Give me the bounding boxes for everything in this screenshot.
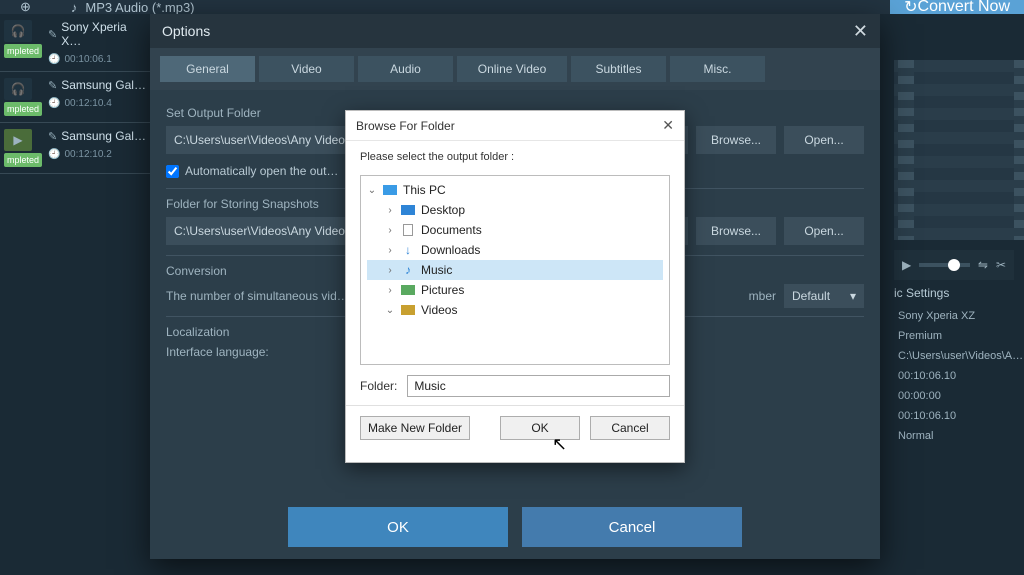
settings-lines: Sony Xperia XZ Premium C:\Users\user\Vid… <box>894 306 1014 446</box>
close-icon[interactable]: ✕ <box>662 117 674 134</box>
chevron-down-icon[interactable]: ⌄ <box>385 305 395 316</box>
browse-output-button[interactable]: Browse... <box>696 126 776 154</box>
file-status: mpleted <box>4 102 42 116</box>
file-name: Samsung Gal… <box>61 129 146 143</box>
file-list: 🎧 mpleted ✎Sony Xperia X… 🕘00:10:06.1 🎧 … <box>0 14 150 174</box>
number-label: mber <box>749 289 776 303</box>
chevron-right-icon[interactable]: › <box>385 285 395 296</box>
folder-label: Folder: <box>360 379 397 393</box>
browse-title: Browse For Folder <box>356 119 455 133</box>
document-icon <box>403 224 413 236</box>
folder-name-row: Folder: <box>346 365 684 403</box>
tree-videos[interactable]: ⌄ Videos <box>367 300 663 320</box>
tree-downloads[interactable]: › ↓ Downloads <box>367 240 663 260</box>
folder-name-input[interactable] <box>407 375 670 397</box>
options-tabs: General Video Audio Online Video Subtitl… <box>150 48 880 90</box>
preview-panel: ▶ ⇋ ✂ ic Settings Sony Xperia XZ Premium… <box>884 50 1024 456</box>
play-bar[interactable]: ▶ ⇋ ✂ <box>894 250 1014 280</box>
options-ok-button[interactable]: OK <box>288 507 508 547</box>
file-item[interactable]: ▶ mpleted ✎Samsung Gal… 🕘00:12:10.2 <box>0 123 150 174</box>
make-new-folder-button[interactable]: Make New Folder <box>360 416 470 440</box>
download-icon: ↓ <box>400 243 416 257</box>
file-thumb: 🎧 <box>4 20 32 42</box>
music-icon: ♪ <box>400 263 416 277</box>
file-name: Sony Xperia X… <box>61 20 146 48</box>
chevron-right-icon[interactable]: › <box>385 245 395 256</box>
tree-pictures[interactable]: › Pictures <box>367 280 663 300</box>
clock-icon: 🕘 <box>48 149 60 160</box>
options-title: Options <box>162 23 210 39</box>
browse-footer: Make New Folder OK Cancel <box>346 408 684 440</box>
pc-icon <box>383 185 397 195</box>
tree-this-pc[interactable]: ⌄ This PC <box>367 180 663 200</box>
edit-icon[interactable]: ✎ <box>48 130 57 143</box>
edit-icon[interactable]: ✎ <box>48 28 57 41</box>
conversion-text: The number of simultaneous vid… <box>166 289 349 303</box>
open-output-button[interactable]: Open... <box>784 126 864 154</box>
file-thumb: 🎧 <box>4 78 32 100</box>
file-item[interactable]: 🎧 mpleted ✎Samsung Gal… 🕘00:12:10.4 <box>0 72 150 123</box>
tree-desktop[interactable]: › Desktop <box>367 200 663 220</box>
browse-titlebar: Browse For Folder ✕ <box>346 111 684 141</box>
chevron-down-icon[interactable]: ⌄ <box>367 185 377 196</box>
tab-general[interactable]: General <box>160 56 255 82</box>
file-thumb: ▶ <box>4 129 32 151</box>
tab-subtitles[interactable]: Subtitles <box>571 56 666 82</box>
clock-icon: 🕘 <box>48 54 60 65</box>
seek-slider[interactable] <box>919 263 970 267</box>
options-titlebar: Options ✕ <box>150 14 880 48</box>
chevron-right-icon[interactable]: › <box>385 225 395 236</box>
tab-online-video[interactable]: Online Video <box>457 56 567 82</box>
format-display[interactable]: ♪ MP3 Audio (*.mp3) <box>71 0 195 14</box>
link-icon[interactable]: ⇋ <box>978 258 988 272</box>
open-snapshot-button[interactable]: Open... <box>784 217 864 245</box>
browse-cancel-button[interactable]: Cancel <box>590 416 670 440</box>
play-icon[interactable]: ▶ <box>902 258 911 272</box>
number-select[interactable]: Default▾ <box>784 284 864 308</box>
videos-icon <box>401 305 415 315</box>
close-icon[interactable]: ✕ <box>853 21 868 42</box>
file-item[interactable]: 🎧 mpleted ✎Sony Xperia X… 🕘00:10:06.1 <box>0 14 150 72</box>
preview-area <box>894 60 1024 240</box>
folder-tree[interactable]: ⌄ This PC › Desktop › Documents › ↓ Down… <box>360 175 670 365</box>
options-cancel-button[interactable]: Cancel <box>522 507 742 547</box>
clock-icon: 🕘 <box>48 98 60 109</box>
cut-icon[interactable]: ✂ <box>996 258 1006 272</box>
browse-ok-button[interactable]: OK <box>500 416 580 440</box>
tree-documents[interactable]: › Documents <box>367 220 663 240</box>
browse-folder-dialog: Browse For Folder ✕ Please select the ou… <box>345 110 685 463</box>
convert-now-button[interactable]: ↻ Convert Now <box>890 0 1024 14</box>
tree-music[interactable]: › ♪ Music <box>367 260 663 280</box>
tab-misc[interactable]: Misc. <box>670 56 765 82</box>
file-name: Samsung Gal… <box>61 78 146 92</box>
tab-audio[interactable]: Audio <box>358 56 453 82</box>
desktop-icon <box>401 205 415 215</box>
auto-open-checkbox[interactable] <box>166 165 179 178</box>
pictures-icon <box>401 285 415 295</box>
browse-subtitle: Please select the output folder : <box>346 141 684 169</box>
interface-language-label: Interface language: <box>166 345 269 359</box>
file-status: mpleted <box>4 44 42 58</box>
file-status: mpleted <box>4 153 42 167</box>
options-footer: OK Cancel <box>150 507 880 547</box>
add-videos-item[interactable]: ⊕ <box>20 0 31 14</box>
browse-snapshot-button[interactable]: Browse... <box>696 217 776 245</box>
tab-video[interactable]: Video <box>259 56 354 82</box>
chevron-down-icon: ▾ <box>850 289 856 303</box>
chevron-right-icon[interactable]: › <box>385 265 395 276</box>
main-toolbar: ⊕ ♪ MP3 Audio (*.mp3) <box>0 0 1024 14</box>
settings-header: ic Settings <box>894 286 1014 300</box>
chevron-right-icon[interactable]: › <box>385 205 395 216</box>
edit-icon[interactable]: ✎ <box>48 79 57 92</box>
